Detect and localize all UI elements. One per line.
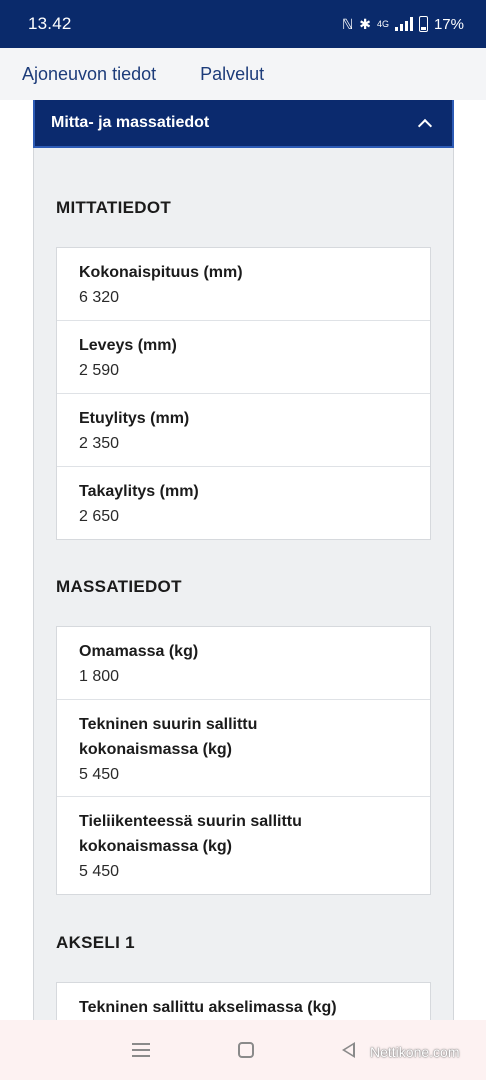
list-item: Tekninen suurin sallittu kokonaismassa (… [57, 700, 430, 797]
row-label: Kokonaispituus (mm) [79, 264, 243, 281]
card-massatiedot: Omamassa (kg) 1 800 Tekninen suurin sall… [56, 626, 431, 895]
list-item: Leveys (mm) 2 590 [57, 321, 430, 394]
nfc-icon: ℕ [342, 16, 354, 32]
status-bar: 13.42 ℕ ✱ 4G 17% [0, 0, 486, 48]
row-label: Tieliikenteessä suurin sallittu kokonais… [79, 813, 302, 855]
section-heading-massatiedot: MASSATIEDOT [56, 577, 182, 596]
row-value: 6 320 [79, 289, 120, 306]
list-item: Takaylitys (mm) 2 650 [57, 467, 430, 539]
card-mittatiedot: Kokonaispituus (mm) 6 320 Leveys (mm) 2 … [56, 247, 431, 540]
row-label: Takaylitys (mm) [79, 483, 199, 500]
row-value: 2 350 [79, 435, 120, 452]
tab-palvelut[interactable]: Palvelut [200, 64, 264, 85]
accordion-header[interactable]: Mitta- ja massatiedot [33, 100, 454, 148]
row-value: 2 590 [79, 362, 120, 379]
row-label: Omamassa (kg) [79, 643, 199, 660]
list-item: Etuylitys (mm) 2 350 [57, 394, 430, 467]
row-value: 2 650 [79, 508, 120, 525]
status-time: 13.42 [28, 14, 72, 33]
status-icons: ℕ ✱ 4G 17% [342, 16, 464, 33]
section-heading-mittatiedot: MITTATIEDOT [56, 198, 172, 217]
watermark: Nettikone.com [370, 1044, 460, 1060]
signal-icon [394, 17, 413, 31]
accordion-title: Mitta- ja massatiedot [51, 114, 210, 131]
row-label: Leveys (mm) [79, 337, 177, 354]
list-item: Kokonaispituus (mm) 6 320 [57, 248, 430, 321]
row-value: 1 800 [79, 668, 120, 685]
row-label: Etuylitys (mm) [79, 410, 190, 427]
row-label: Tekninen sallittu akselimassa (kg) [79, 999, 337, 1016]
row-value: 5 450 [79, 863, 120, 880]
row-label: Tekninen suurin sallittu kokonaismassa (… [79, 716, 258, 758]
battery-level: 17% [433, 15, 464, 33]
tab-ajoneuvon-tiedot[interactable]: Ajoneuvon tiedot [22, 64, 156, 85]
battery-icon [418, 16, 428, 32]
top-nav: Ajoneuvon tiedot Palvelut [0, 48, 486, 100]
section-heading-akseli-1: AKSELI 1 [56, 933, 135, 952]
network-type: 4G [376, 18, 389, 29]
row-value: 5 450 [79, 766, 120, 783]
list-item: Omamassa (kg) 1 800 [57, 627, 430, 700]
list-item: Tieliikenteessä suurin sallittu kokonais… [57, 797, 430, 894]
home-icon[interactable] [237, 1042, 254, 1058]
bluetooth-icon: ✱ [359, 16, 371, 32]
recent-apps-icon[interactable] [131, 1043, 150, 1057]
back-icon[interactable] [341, 1042, 355, 1058]
chevron-up-icon[interactable] [417, 118, 433, 133]
